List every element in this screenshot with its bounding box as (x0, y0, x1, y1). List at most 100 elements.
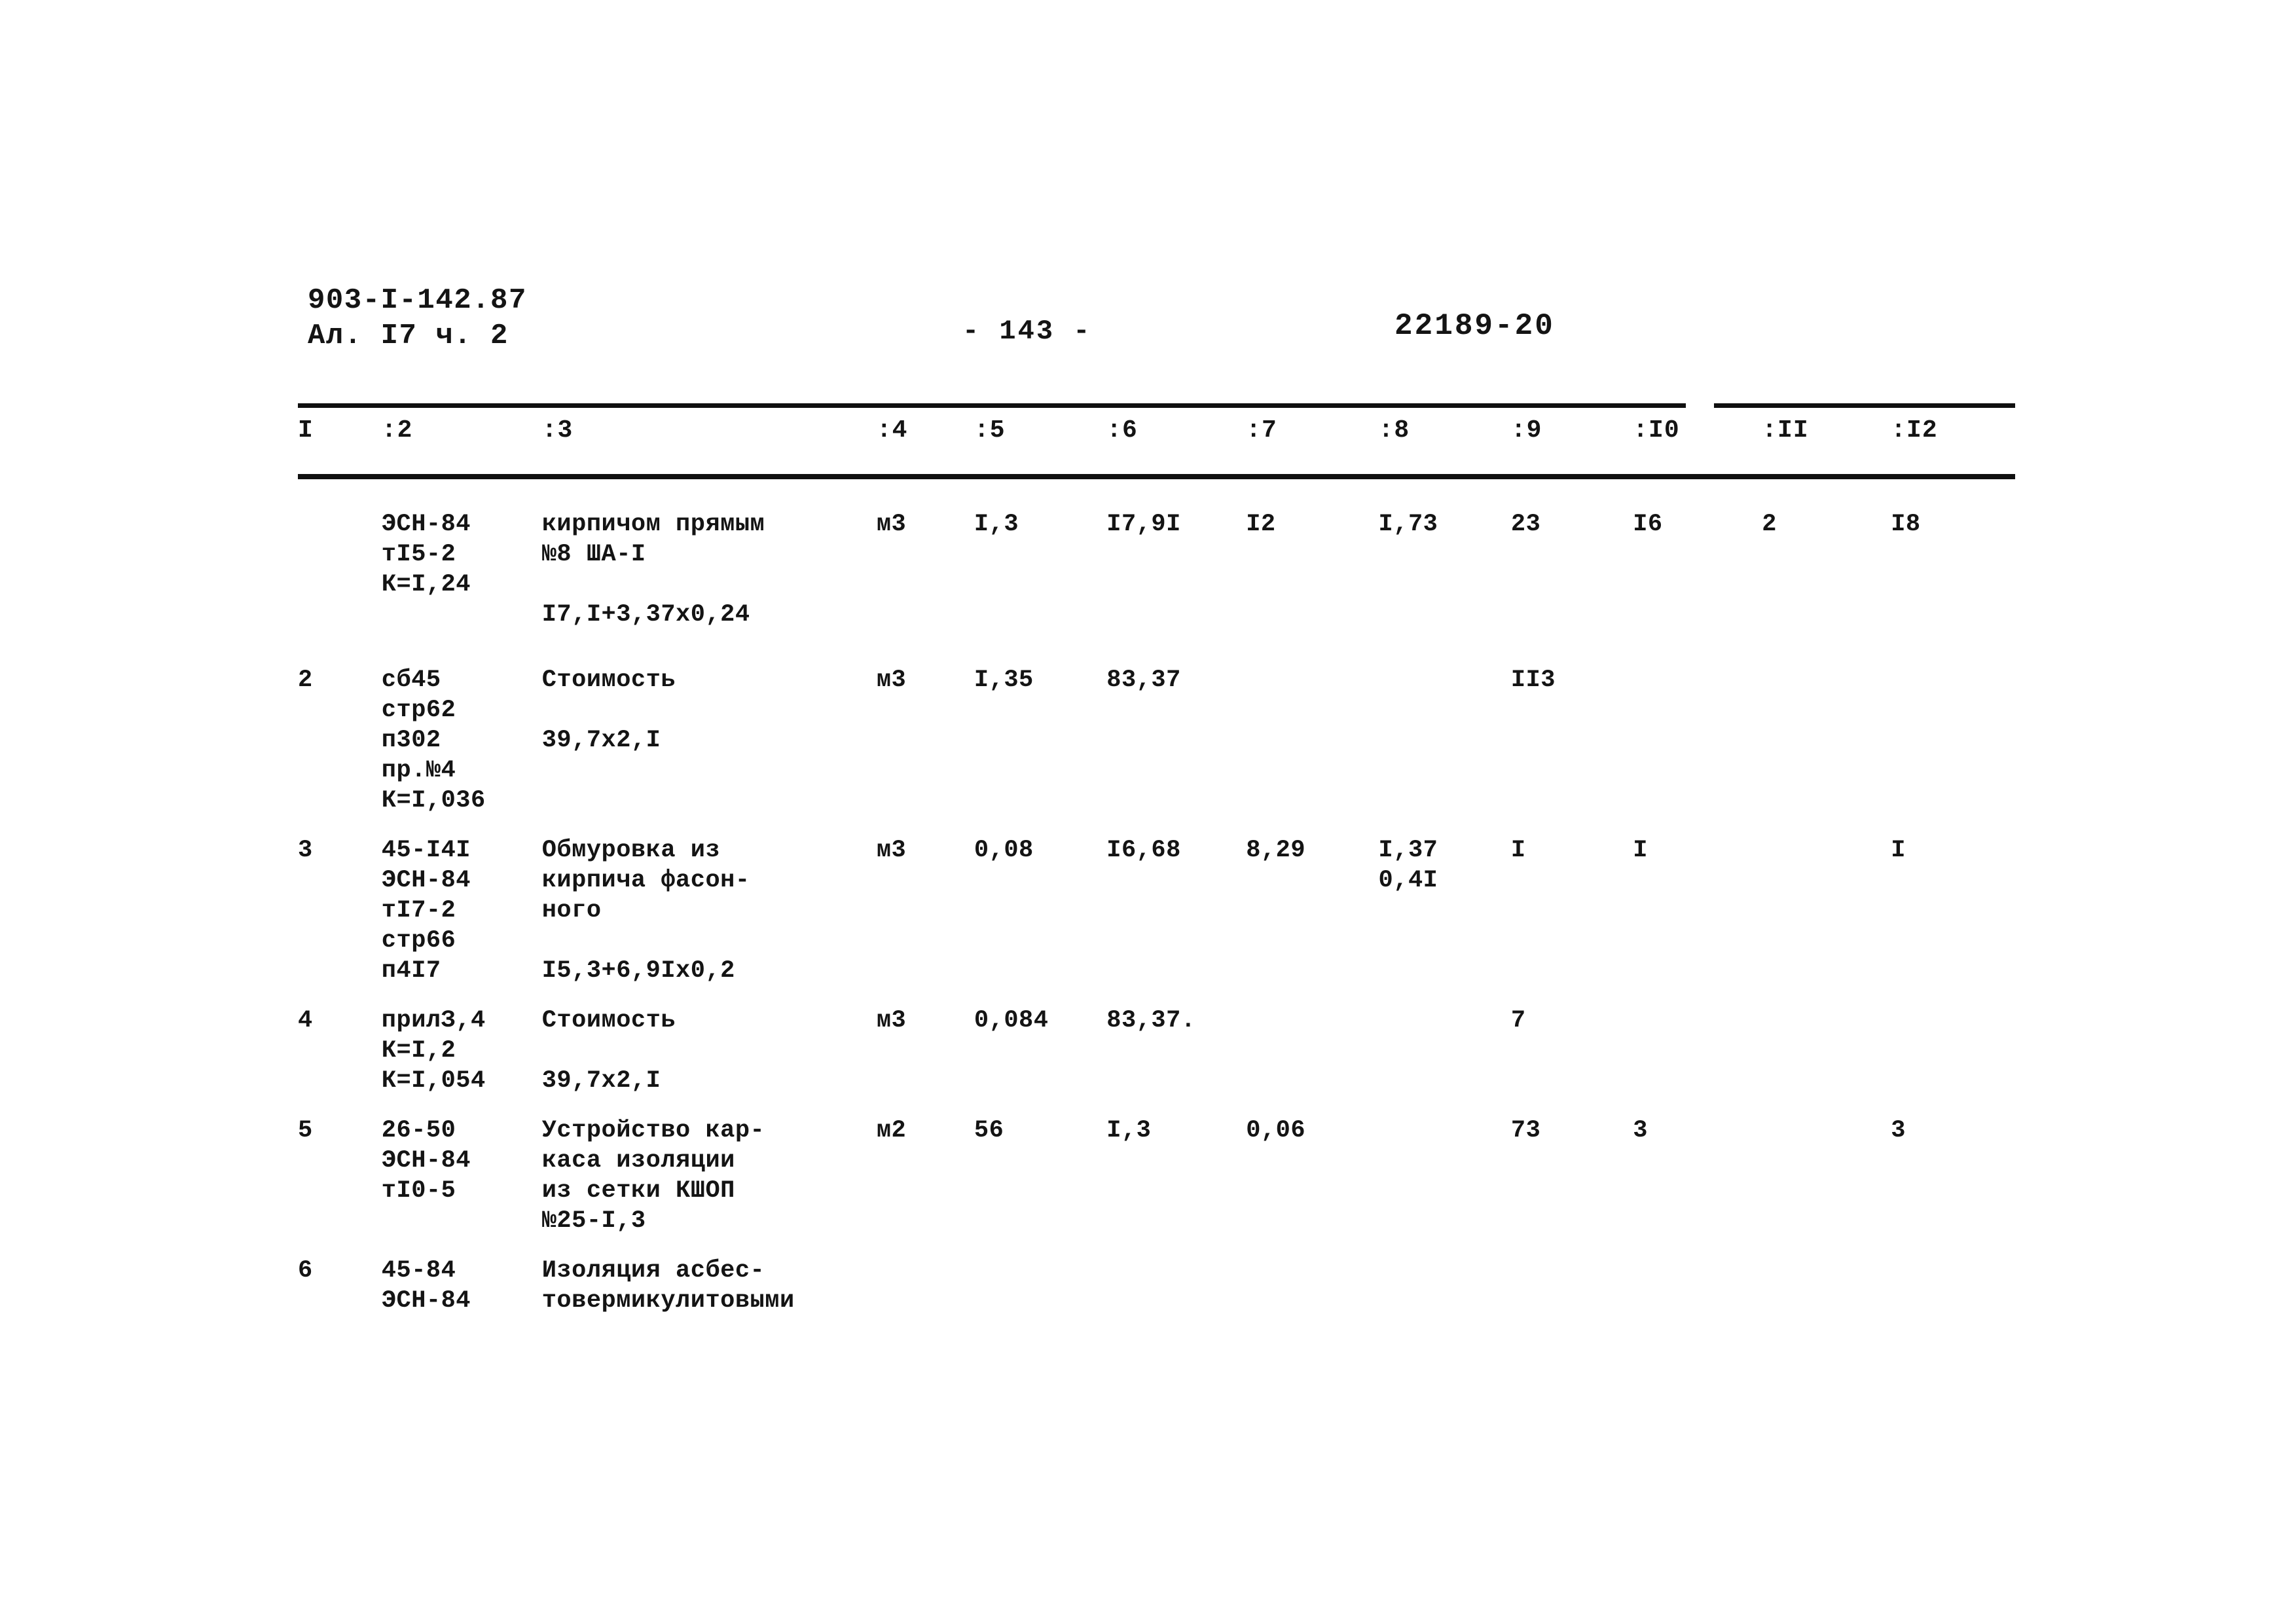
row-col8: I,37 0,4I (1378, 837, 1438, 894)
column-header-11: :II (1762, 416, 1809, 445)
estimate-table-wrapper: I :2 :3 :4 :5 :6 :7 :8 :9 :I0 :II :I2 ЭС… (298, 416, 2016, 1316)
row-norm-code: ЭСН-84 тI5-2 К=I,24 (381, 511, 471, 598)
row-col12 (1891, 665, 2016, 816)
row-col5: I,35 (974, 666, 1034, 694)
document-page: 903-I-142.87 Ал. I7 ч. 2 - 143 - 22189-2… (0, 0, 2296, 1623)
row-norm-code: 45-I4I ЭСН-84 тI7-2 стр66 п4I7 (381, 837, 471, 985)
row-col9: 23 (1510, 511, 1541, 538)
column-header-7: :7 (1246, 416, 1277, 445)
project-code-block: 903-I-142.87 Ал. I7 ч. 2 (308, 283, 527, 354)
row-col12 (1891, 1256, 2016, 1316)
row-col11 (1762, 665, 1891, 816)
table-row: 5 26-50 ЭСН-84 тI0-5 Устройство кар- кас… (298, 1116, 2016, 1236)
row-col9: 73 (1510, 1117, 1541, 1144)
row-number: 3 (298, 837, 313, 864)
row-col6: 83,37. (1106, 1007, 1196, 1034)
row-norm-code: прилЗ,4 К=I,2 К=I,054 (381, 1007, 486, 1095)
row-col7 (1246, 1256, 1378, 1316)
row-description: Изоляция асбес- товермикулитовыми (541, 1257, 795, 1315)
row-col7 (1246, 1006, 1378, 1096)
row-col10 (1633, 665, 1762, 816)
row-col6: I7,9I (1106, 511, 1181, 538)
row-col11: 2 (1762, 511, 1777, 538)
row-col12: I (1891, 837, 1906, 864)
row-col8 (1379, 1006, 1511, 1096)
column-header-6: :6 (1106, 416, 1138, 445)
row-spacer (298, 986, 2016, 1006)
row-col6: I,3 (1106, 1117, 1152, 1144)
row-number: 4 (298, 1007, 313, 1034)
table-head: I :2 :3 :4 :5 :6 :7 :8 :9 :I0 :II :I2 (298, 416, 2016, 474)
row-norm-code: 45-84 ЭСН-84 (381, 1257, 471, 1315)
table-row: ЭСН-84 тI5-2 К=I,24 кирпичом прямым №8 Ш… (298, 509, 2016, 630)
row-description: кирпичом прямым №8 ША-I I7,I+3,37х0,24 (541, 511, 765, 629)
column-header-1: I (298, 416, 314, 445)
project-code: 903-I-142.87 (308, 284, 527, 317)
table-row: 2 сб45 стр62 п302 пр.№4 К=I,036 Стоимост… (298, 665, 2016, 816)
row-col8 (1379, 1256, 1511, 1316)
row-description: Обмуровка из кирпича фасон- ного I5,3+6,… (541, 837, 750, 985)
estimate-table: I :2 :3 :4 :5 :6 :7 :8 :9 :I0 :II :I2 ЭС… (298, 416, 2016, 1316)
row-col6: 83,37 (1106, 666, 1181, 694)
column-header-5: :5 (974, 416, 1006, 445)
row-number: 2 (298, 666, 313, 694)
sheet-code: 22189-20 (1394, 309, 1555, 343)
album-line: Ал. I7 ч. 2 (308, 319, 509, 352)
row-col9 (1511, 1256, 1633, 1316)
column-header-8: :8 (1378, 416, 1410, 445)
row-spacer (298, 816, 2016, 835)
row-col11 (1762, 835, 1891, 986)
row-col10 (1633, 1256, 1762, 1316)
row-spacer (298, 630, 2016, 665)
row-col12: 3 (1891, 1117, 1906, 1144)
row-col10: 3 (1633, 1117, 1648, 1144)
table-row: 6 45-84 ЭСН-84 Изоляция асбес- товермику… (298, 1256, 2016, 1316)
row-description: Стоимость 39,7х2,I (541, 1007, 676, 1095)
page-number: - 143 - (962, 316, 1092, 347)
row-description: Устройство кар- каса изоляции из сетки К… (541, 1117, 765, 1235)
row-number: 6 (298, 1257, 313, 1285)
document-header: 903-I-142.87 Ал. I7 ч. 2 - 143 - 22189-2… (308, 283, 2010, 368)
column-header-3: :3 (541, 416, 574, 445)
top-rule-left (298, 403, 1686, 408)
row-number (298, 509, 382, 630)
row-unit (877, 1256, 974, 1316)
row-col7: 8,29 (1246, 837, 1306, 864)
row-col11 (1762, 1256, 1891, 1316)
row-unit: м3 (876, 666, 907, 694)
row-col7 (1246, 665, 1378, 816)
row-number: 5 (298, 1117, 313, 1144)
table-row: 3 45-I4I ЭСН-84 тI7-2 стр66 п4I7 Обмуров… (298, 835, 2016, 986)
row-col5: 0,08 (974, 837, 1034, 864)
row-unit: м3 (876, 837, 907, 864)
column-header-2: :2 (381, 416, 413, 445)
row-col11 (1762, 1116, 1891, 1236)
row-col12 (1891, 1006, 2016, 1096)
row-col6 (1106, 1256, 1246, 1316)
row-unit: м2 (876, 1117, 907, 1144)
table-body: ЭСН-84 тI5-2 К=I,24 кирпичом прямым №8 Ш… (298, 474, 2016, 1316)
row-norm-code: сб45 стр62 п302 пр.№4 К=I,036 (381, 666, 486, 814)
row-col7: 0,06 (1246, 1117, 1306, 1144)
head-spacer (298, 474, 2016, 509)
row-col8: I,73 (1378, 511, 1438, 538)
row-col5: 0,084 (974, 1007, 1049, 1034)
row-description: Стоимость 39,7х2,I (541, 666, 676, 754)
row-col10 (1633, 1006, 1762, 1096)
row-col5: I,3 (974, 511, 1019, 538)
column-header-10: :I0 (1633, 416, 1680, 445)
row-col5: 56 (974, 1117, 1004, 1144)
row-col11 (1762, 1006, 1891, 1096)
top-rule-right (1714, 403, 2015, 408)
column-header-9: :9 (1510, 416, 1542, 445)
row-unit: м3 (876, 1007, 907, 1034)
row-norm-code: 26-50 ЭСН-84 тI0-5 (381, 1117, 471, 1205)
row-col9: II3 (1510, 666, 1556, 694)
row-col8 (1379, 1116, 1511, 1236)
row-unit: м3 (876, 511, 907, 538)
row-col10: I6 (1633, 511, 1663, 538)
column-header-4: :4 (876, 416, 908, 445)
row-spacer (298, 1236, 2016, 1256)
column-header-row: I :2 :3 :4 :5 :6 :7 :8 :9 :I0 :II :I2 (298, 416, 2016, 474)
row-col12: I8 (1891, 511, 1921, 538)
